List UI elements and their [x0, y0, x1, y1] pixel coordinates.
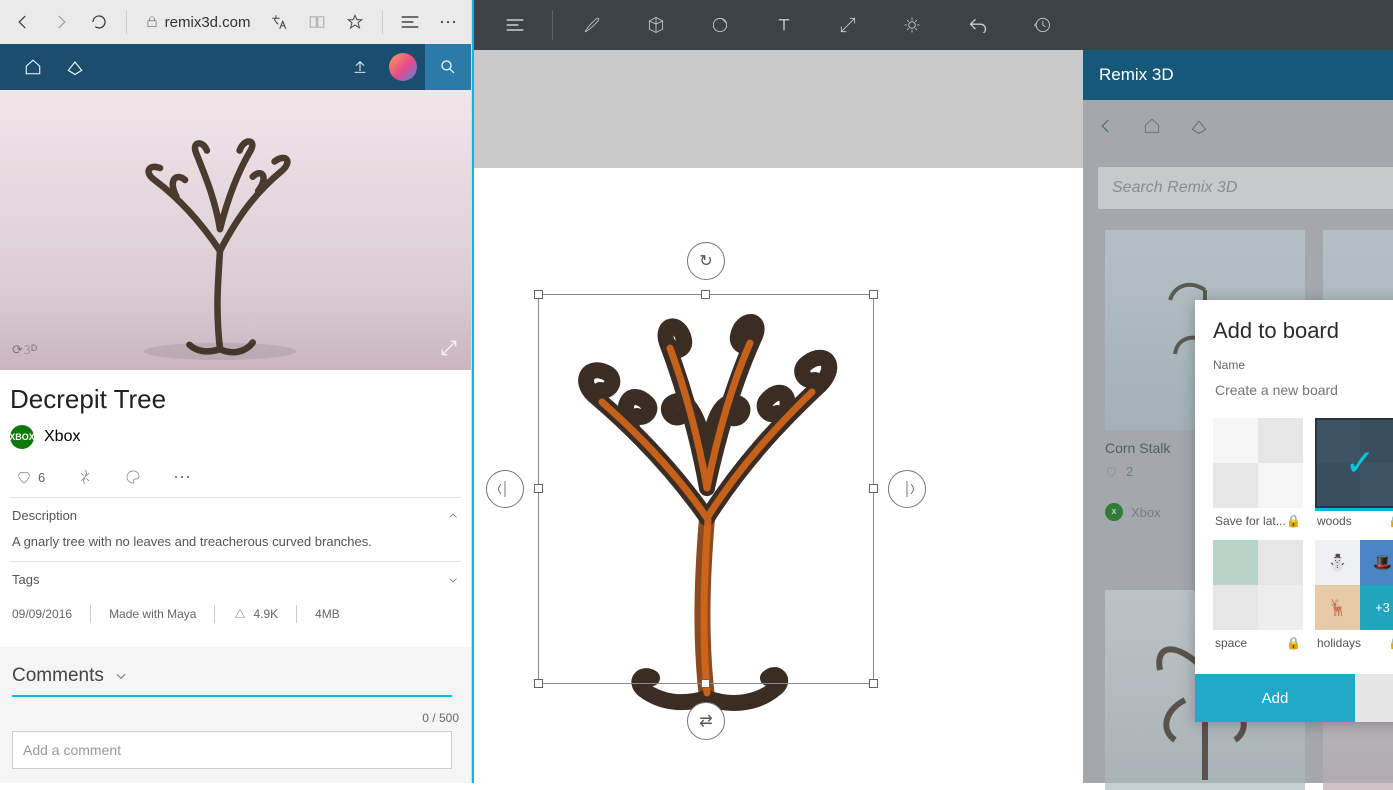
file-size: 4MB — [315, 607, 340, 621]
more-count: +3 — [1360, 585, 1393, 630]
forward-button[interactable] — [44, 4, 78, 40]
model-info: Decrepit Tree XBOX Xbox 6 Description A … — [0, 370, 471, 647]
canvas-padding — [474, 50, 1083, 168]
paint3d-panel: ↻ ⇄ — [472, 0, 1083, 783]
remix-body: Search Remix 3D Corn Stalk 2 XXbox Add — [1083, 100, 1393, 783]
views: 4.9K — [233, 607, 278, 621]
board-save-for-later[interactable]: Save for lat...🔒 — [1213, 418, 1303, 528]
rotate-z-handle[interactable]: ↻ — [687, 242, 725, 280]
comments-section: Comments 0 / 500 Add a comment — [0, 647, 471, 783]
more-button[interactable] — [431, 4, 465, 40]
url-text: remix3d.com — [165, 14, 251, 31]
author-row[interactable]: XBOX Xbox — [10, 425, 461, 449]
toolbar-extension — [1083, 0, 1393, 50]
model-title: Decrepit Tree — [10, 384, 461, 415]
undo-button[interactable] — [947, 0, 1009, 50]
remix-title: Remix 3D — [1099, 65, 1174, 85]
upload-button[interactable] — [339, 44, 381, 90]
canvas-area[interactable]: ↻ ⇄ — [474, 50, 1083, 783]
refresh-button[interactable] — [82, 4, 116, 40]
comment-input[interactable]: Add a comment — [12, 731, 452, 769]
board-holidays[interactable]: ⛄ 🎩 🦌 +3 holidays🔒 — [1315, 540, 1393, 650]
expand-icon[interactable] — [439, 338, 459, 358]
dialog-actions: Add Cancel — [1195, 674, 1393, 722]
created-date: 09/09/2016 — [12, 607, 72, 621]
name-label: Name — [1213, 358, 1393, 372]
slide-handle[interactable]: ⇄ — [687, 702, 725, 740]
description-toggle[interactable]: Description — [12, 508, 459, 523]
favorite-button[interactable] — [338, 4, 372, 40]
tags-toggle[interactable]: Tags — [12, 572, 459, 587]
text-tool[interactable] — [753, 0, 815, 50]
author-name: Xbox — [44, 428, 80, 446]
action-row: 6 — [10, 465, 461, 497]
remix-panel-header: Remix 3D Upload limit 3.7 M — [1083, 50, 1393, 100]
meta-footer: 09/09/2016 Made with Maya 4.9K 4MB — [10, 597, 461, 639]
made-with: Made with Maya — [109, 607, 196, 621]
add-button[interactable]: Add — [1195, 674, 1355, 722]
dialog-title: Add to board — [1213, 318, 1393, 344]
comments-toggle[interactable]: Comments — [12, 665, 459, 687]
comments-underline — [12, 695, 452, 697]
model-more-button[interactable] — [173, 474, 191, 480]
new-board-input[interactable] — [1213, 376, 1393, 404]
community-button[interactable] — [54, 44, 96, 90]
comment-count: 0 / 500 — [12, 711, 459, 725]
brush-tool[interactable] — [561, 0, 623, 50]
palette-button[interactable] — [125, 469, 141, 485]
description-text: A gnarly tree with no leaves and treache… — [12, 533, 459, 551]
board-space[interactable]: space🔒 — [1213, 540, 1303, 650]
divider — [382, 10, 383, 34]
board-grid: Save for lat...🔒 ✓ woods🔒 space🔒 ⛄ — [1213, 418, 1393, 650]
right-panel: Remix 3D Upload limit 3.7 M Search Remix… — [1083, 0, 1393, 783]
chevron-down-icon — [447, 574, 459, 586]
lock-icon — [145, 15, 159, 29]
paint-toolbar — [474, 0, 1083, 50]
left-browser-panel: remix3d.com — [0, 0, 472, 783]
remix-button[interactable] — [77, 469, 93, 485]
tree-illustration — [110, 120, 330, 360]
lock-icon: 🔒 — [1388, 636, 1393, 650]
stickers-tool[interactable] — [689, 0, 751, 50]
address-bar[interactable]: remix3d.com — [137, 14, 259, 31]
canvas[interactable]: ↻ ⇄ — [474, 168, 1083, 783]
canvas-tool[interactable] — [817, 0, 879, 50]
user-avatar[interactable] — [389, 53, 417, 81]
check-icon: ✓ — [1315, 418, 1393, 508]
home-button[interactable] — [12, 44, 54, 90]
chevron-down-icon — [114, 669, 128, 683]
description-section: Description A gnarly tree with no leaves… — [10, 497, 461, 561]
hub-button[interactable] — [393, 4, 427, 40]
app-header — [0, 44, 471, 90]
back-button[interactable] — [6, 4, 40, 40]
new-board-row: + — [1213, 376, 1393, 404]
view-3d-icon[interactable]: ⟳𝟹ᴰ — [12, 342, 37, 358]
hero-image: ⟳𝟹ᴰ — [0, 90, 471, 370]
lock-icon: 🔒 — [1388, 514, 1393, 528]
translate-button[interactable] — [263, 4, 297, 40]
menu-button[interactable] — [484, 0, 546, 50]
selection-box[interactable] — [538, 294, 874, 684]
effects-tool[interactable] — [881, 0, 943, 50]
search-button[interactable] — [425, 44, 471, 90]
xbox-icon: XBOX — [10, 425, 34, 449]
divider — [126, 10, 127, 34]
lock-icon: 🔒 — [1286, 514, 1301, 528]
history-button[interactable] — [1011, 0, 1073, 50]
board-woods[interactable]: ✓ woods🔒 — [1315, 418, 1393, 528]
like-button[interactable]: 6 — [16, 469, 45, 485]
rotate-y-left-handle[interactable] — [486, 470, 524, 508]
chevron-up-icon — [447, 510, 459, 522]
3d-shapes-tool[interactable] — [625, 0, 687, 50]
cancel-button[interactable]: Cancel — [1355, 674, 1393, 722]
rotate-y-right-handle[interactable] — [888, 470, 926, 508]
reading-view-button[interactable] — [300, 4, 334, 40]
tags-section: Tags — [10, 561, 461, 597]
lock-icon: 🔒 — [1286, 636, 1301, 650]
browser-toolbar: remix3d.com — [0, 0, 471, 44]
add-to-board-dialog: Add to board Name + Save for lat...🔒 ✓ w… — [1195, 300, 1393, 722]
